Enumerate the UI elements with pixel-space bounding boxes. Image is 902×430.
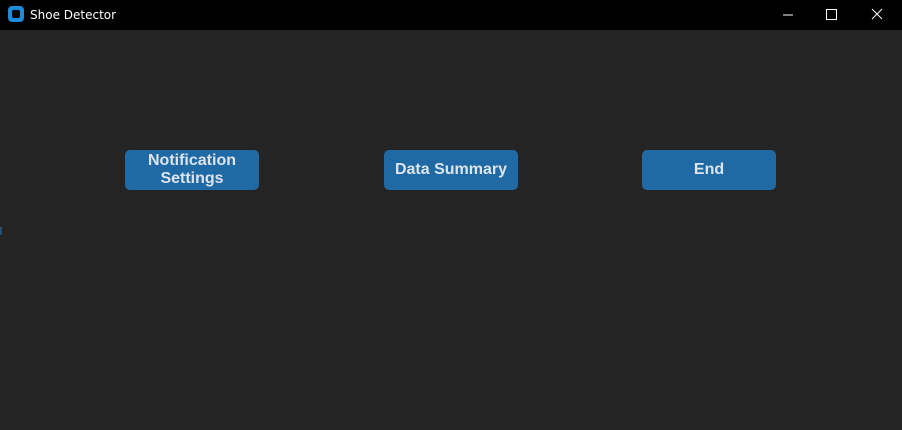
end-label: End (693, 161, 725, 178)
data-summary-label: Data Summary (394, 161, 508, 178)
app-icon (8, 6, 24, 22)
window-title: Shoe Detector (30, 8, 117, 22)
minimize-icon (783, 14, 793, 16)
data-summary-button[interactable]: Data Summary (384, 150, 518, 190)
close-button[interactable] (854, 0, 900, 30)
maximize-icon (826, 9, 837, 20)
maximize-button[interactable] (808, 0, 854, 30)
app-window: Shoe Detector Notification Settings Data… (0, 0, 902, 430)
close-icon (871, 8, 883, 20)
end-button[interactable]: End (642, 150, 776, 190)
main-panel: Notification Settings Data Summary End (1, 30, 901, 429)
notification-settings-button[interactable]: Notification Settings (125, 150, 259, 190)
title-bar[interactable]: Shoe Detector (0, 0, 902, 30)
minimize-button[interactable] (765, 0, 811, 30)
notification-settings-label: Notification Settings (148, 152, 236, 187)
window-edge-resize-handle[interactable] (0, 227, 2, 235)
